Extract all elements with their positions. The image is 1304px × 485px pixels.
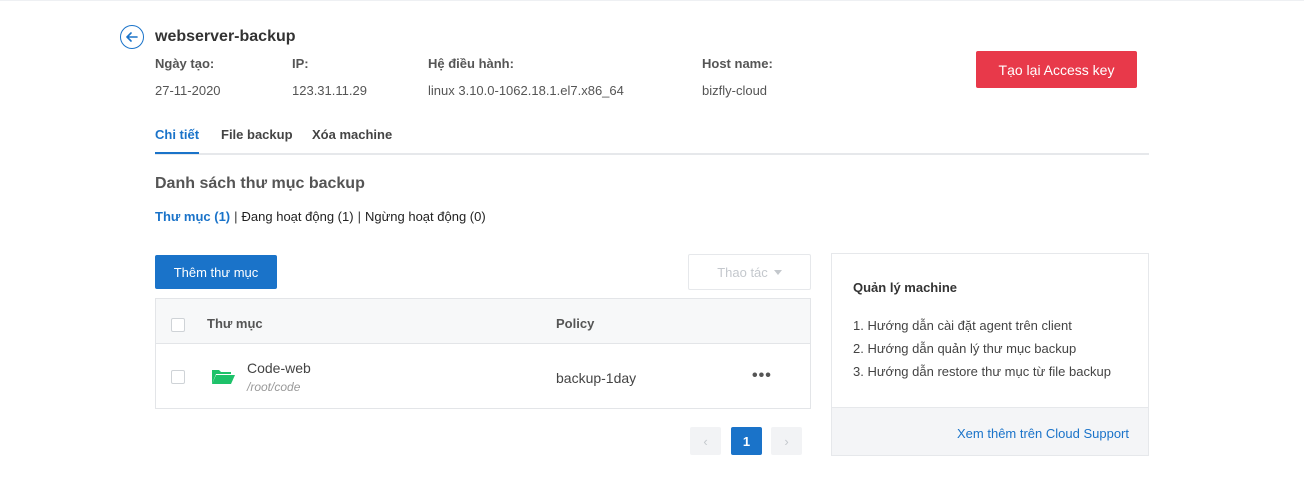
more-options-icon[interactable]: ••• xyxy=(752,367,772,385)
meta-hostname: Host name: bizfly-cloud xyxy=(702,56,773,98)
caret-down-icon xyxy=(773,269,782,275)
meta-hostname-value: bizfly-cloud xyxy=(702,83,768,98)
cloud-support-link[interactable]: Xem thêm trên Cloud Support xyxy=(957,426,1129,441)
filter-all[interactable]: Thư mục (1) xyxy=(155,209,230,224)
table-row[interactable]: Code-web /root/code backup-1day ••• xyxy=(156,345,810,409)
pagination-page[interactable]: 1 xyxy=(731,427,762,455)
pagination-next[interactable]: › xyxy=(771,427,802,455)
section-title: Danh sách thư mục backup xyxy=(155,175,365,192)
filter-links: Thư mục (1) | Đang hoạt động (1) | Ngừng hoạ… xyxy=(155,209,486,224)
add-folder-button[interactable]: Thêm thư mục xyxy=(155,255,277,289)
page-title: webserver-backup xyxy=(155,28,296,45)
filter-active[interactable]: Đang hoạt động (1) xyxy=(242,209,354,224)
tab-file-backup[interactable]: File backup xyxy=(221,127,293,152)
meta-created: Ngày tạo: 27-11-2020 xyxy=(155,56,221,98)
folder-policy: backup-1day xyxy=(556,370,637,386)
column-header-folder: Thư mục xyxy=(207,316,263,331)
meta-hostname-label: Host name: xyxy=(702,56,773,71)
filter-inactive[interactable]: Ngừng hoạt động (0) xyxy=(365,209,486,224)
meta-os-value: linux 3.10.0-1062.18.1.el7.x86_64 xyxy=(428,83,624,98)
folder-path: /root/code xyxy=(247,380,301,394)
tab-bar: Chi tiết File backup Xóa machine xyxy=(155,127,1149,155)
actions-dropdown: Thao tác xyxy=(688,254,811,290)
machine-management-panel: Quản lý machine 1. Hướng dẫn cài đặt age… xyxy=(831,253,1149,456)
top-border xyxy=(0,0,1304,1)
guide-restore-folder[interactable]: 3. Hướng dẫn restore thư mục từ file bac… xyxy=(853,364,1111,379)
actions-dropdown-label: Thao tác xyxy=(717,264,768,280)
back-button[interactable] xyxy=(120,25,144,49)
meta-os-label: Hệ điều hành: xyxy=(428,56,514,71)
meta-os: Hệ điều hành: linux 3.10.0-1062.18.1.el7… xyxy=(428,56,624,98)
guide-manage-folders[interactable]: 2. Hướng dẫn quản lý thư mục backup xyxy=(853,341,1111,356)
filter-separator: | xyxy=(234,209,238,224)
tab-details[interactable]: Chi tiết xyxy=(155,127,200,154)
meta-created-value: 27-11-2020 xyxy=(155,83,221,98)
column-header-policy: Policy xyxy=(556,316,595,331)
regenerate-access-key-button[interactable]: Tạo lại Access key xyxy=(976,51,1137,88)
guide-install-agent[interactable]: 1. Hướng dẫn cài đặt agent trên client xyxy=(853,318,1111,333)
filter-separator: | xyxy=(357,209,361,224)
guide-list: 1. Hướng dẫn cài đặt agent trên client 2… xyxy=(853,318,1111,387)
meta-ip-label: IP: xyxy=(292,56,309,71)
folder-open-icon xyxy=(212,370,235,384)
pagination-prev[interactable]: ‹ xyxy=(690,427,721,455)
tab-delete-machine[interactable]: Xóa machine xyxy=(312,127,392,152)
row-checkbox[interactable] xyxy=(171,370,185,384)
panel-footer: Xem thêm trên Cloud Support xyxy=(832,407,1148,455)
folder-table: Thư mục Policy Code-web /root/code backu… xyxy=(155,298,811,409)
meta-created-label: Ngày tạo: xyxy=(155,56,215,71)
folder-name[interactable]: Code-web xyxy=(247,360,311,376)
meta-ip-value: 123.31.11.29 xyxy=(292,83,367,98)
table-header: Thư mục Policy xyxy=(156,299,810,344)
panel-title: Quản lý machine xyxy=(853,280,958,295)
meta-ip: IP: 123.31.11.29 xyxy=(292,56,367,98)
select-all-checkbox[interactable] xyxy=(171,318,185,332)
arrow-left-circle-icon xyxy=(126,32,138,42)
